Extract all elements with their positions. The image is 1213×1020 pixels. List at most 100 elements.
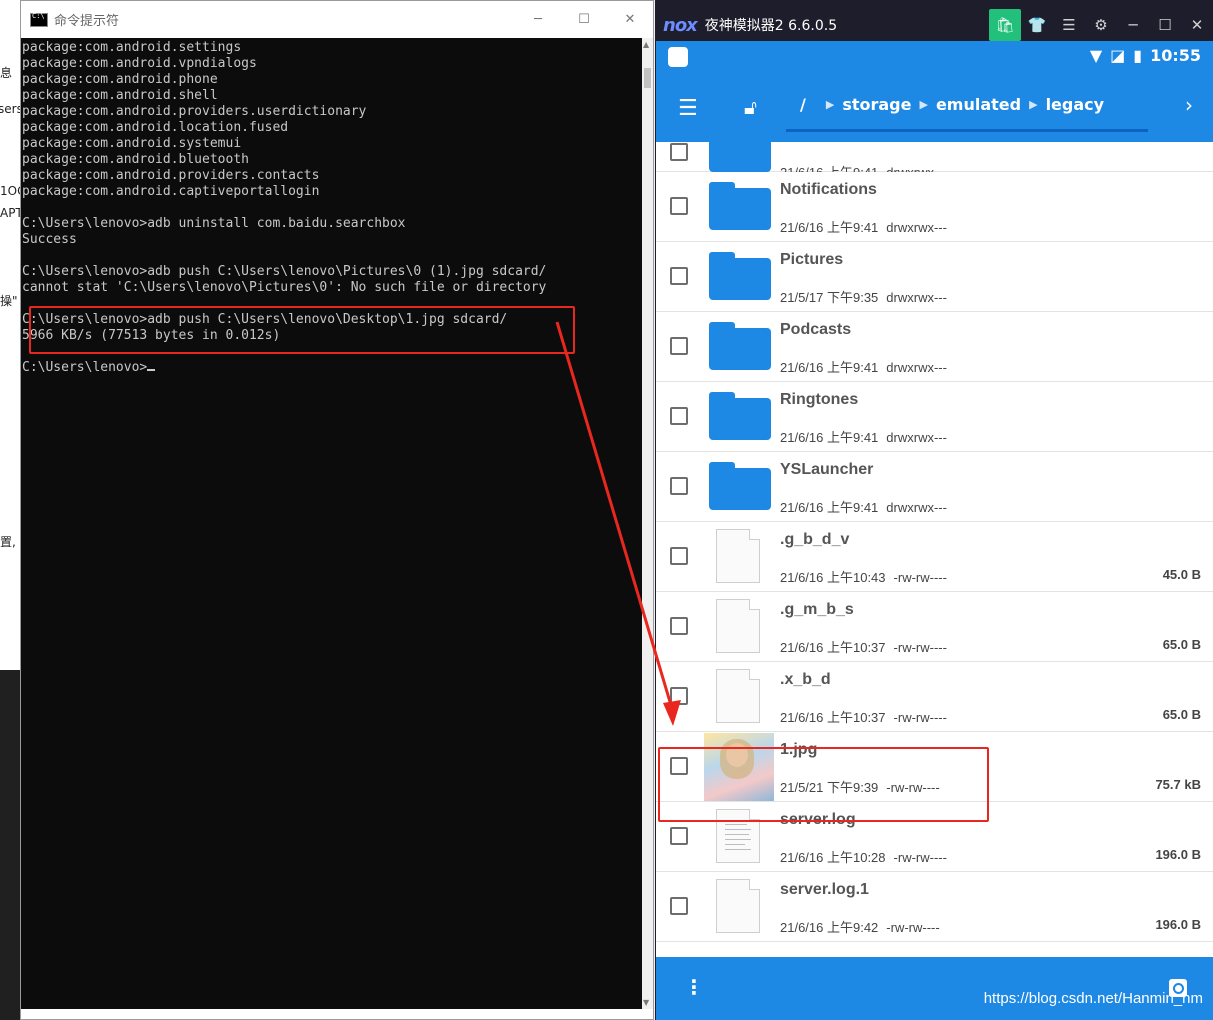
maximize-button[interactable]: ☐ [1149,9,1181,41]
file-permissions: -rw-rw---- [893,850,947,865]
cmd-title-bar[interactable]: 命令提示符 ─ ☐ ✕ [21,1,653,38]
folder-icon [709,182,771,230]
terminal-output[interactable]: package:com.android.settings package:com.… [21,38,643,1009]
file-meta: 21/6/16 上午10:28 -rw-rw---- [780,847,947,866]
scroll-thumb[interactable] [644,68,651,88]
close-button[interactable]: ✕ [1181,9,1213,41]
shirt-icon[interactable]: 👕 [1021,9,1053,41]
row-checkbox[interactable] [670,143,688,161]
file-permissions: -rw-rw---- [886,920,940,935]
file-date: 21/6/16 上午9:41 [780,220,879,235]
file-row[interactable]: Podcasts 21/6/16 上午9:41 drwxrwx--- [656,312,1213,382]
scroll-up-icon[interactable]: ▲ [643,40,649,49]
terminal-line: package:com.android.providers.contacts [22,168,320,183]
terminal-line: package:com.android.settings [22,40,242,55]
file-row[interactable]: server.log.1 21/6/16 上午9:42 -rw-rw---- 196.… [656,872,1213,942]
file-permissions: -rw-rw---- [893,710,947,725]
desktop-background [0,670,22,1020]
folder-icon [709,124,771,172]
file-row[interactable]: Ringtones 21/6/16 上午9:41 drwxrwx--- [656,382,1213,452]
row-checkbox[interactable] [670,617,688,635]
row-checkbox[interactable] [670,547,688,565]
file-date: 21/6/16 上午10:28 [780,850,886,865]
file-permissions: -rw-rw---- [893,640,947,655]
terminal-line: package:com.android.location.fused [22,120,289,135]
breadcrumb-root[interactable]: / [800,95,806,114]
folder-icon [709,322,771,370]
file-name: .x_b_d [780,671,831,688]
file-date: 21/6/16 上午10:37 [780,640,886,655]
scroll-down-icon[interactable]: ▼ [643,998,649,1007]
file-row[interactable]: YSLauncher 21/6/16 上午9:41 drwxrwx--- [656,452,1213,522]
nox-title: 夜神模拟器2 6.6.0.5 [704,18,838,34]
file-name: .g_b_d_v [780,531,850,548]
android-screen[interactable]: ▼ ◪ ▮ 10:55 ☰ 🔓︎ / ▶ storage ▶ emulated … [656,41,1213,1020]
bag-icon[interactable]: 🛍 [989,9,1021,41]
gear-icon[interactable]: ⚙ [1085,9,1117,41]
chevron-right-icon: ▶ [1029,98,1038,111]
nox-emulator-window[interactable]: nox 夜神模拟器2 6.6.0.5 🛍 👕 ☰ ⚙ ─ ☐ ✕ ▼ ◪ ▮ 1… [655,0,1213,1020]
file-row[interactable]: Notifications 21/6/16 上午9:41 drwxrwx--- [656,172,1213,242]
terminal-line: package:com.android.vpndialogs [22,56,257,71]
file-name: Podcasts [780,321,852,338]
breadcrumb-item[interactable]: storage [842,95,911,114]
terminal-line: package:com.android.providers.userdictio… [22,104,367,119]
chevron-right-icon[interactable]: › [1185,93,1193,117]
row-checkbox[interactable] [670,827,688,845]
watermark: https://blog.csdn.net/Hanmin_hm [983,990,1203,1007]
terminal-line: C:\Users\lenovo>adb push C:\Users\lenovo… [22,264,547,279]
maximize-button[interactable]: ☐ [561,1,607,38]
status-time: 10:55 [1150,46,1201,65]
row-checkbox[interactable] [670,197,688,215]
close-button[interactable]: ✕ [607,1,653,38]
file-list[interactable]: 21/6/16 上午9:41drwxrwx---Notifications21/… [656,124,1213,942]
file-meta: 21/6/16 上午9:42 -rw-rw---- [780,917,940,936]
row-checkbox[interactable] [670,337,688,355]
file-size: 196.0 B [1155,847,1201,862]
minimize-button[interactable]: ─ [1117,9,1149,41]
file-name: Pictures [780,251,844,268]
row-checkbox[interactable] [670,477,688,495]
file-date: 21/6/16 上午9:41 [780,500,879,515]
file-meta: 21/6/16 上午10:43 -rw-rw---- [780,567,947,586]
file-name: server.log.1 [780,881,869,898]
row-checkbox[interactable] [670,687,688,705]
folder-icon [709,462,771,510]
file-permissions: drwxrwx--- [886,360,947,375]
breadcrumb-item[interactable]: emulated [936,95,1021,114]
file-row[interactable]: .g_b_d_v 21/6/16 上午10:43 -rw-rw---- 45.0 B [656,522,1213,592]
terminal-line: package:com.android.bluetooth [22,152,249,167]
file-name: Ringtones [780,391,859,408]
minimize-button[interactable]: ─ [515,1,561,38]
row-checkbox[interactable] [670,407,688,425]
breadcrumb: / ▶ storage ▶ emulated ▶ legacy [800,95,1104,114]
cmd-scrollbar[interactable]: ▲ ▼ [642,38,653,1009]
no-sim-icon: ◪ [1110,46,1126,65]
file-icon [716,669,760,723]
more-options-icon[interactable]: ⋮ [684,975,704,999]
file-size: 65.0 B [1162,707,1201,722]
row-checkbox[interactable] [670,897,688,915]
terminal-line: package:com.android.systemui [22,136,242,151]
file-date: 21/5/17 下午9:35 [780,290,879,305]
row-checkbox[interactable] [670,267,688,285]
highlight-box-1jpg [658,747,989,822]
lock-icon[interactable]: 🔓︎ [744,95,757,119]
wifi-icon: ▼ [1089,46,1103,65]
file-row[interactable]: .x_b_d 21/6/16 上午10:37 -rw-rw---- 65.0 B [656,662,1213,732]
file-row[interactable]: 21/6/16 上午9:41drwxrwx--- [656,124,1213,180]
command-prompt-window[interactable]: 命令提示符 ─ ☐ ✕ package:com.android.settings… [20,0,654,1020]
menu-icon[interactable]: ☰ [1053,9,1085,41]
hamburger-menu-icon[interactable]: ☰ [678,96,698,121]
breadcrumb-item[interactable]: legacy [1046,95,1105,114]
file-row[interactable]: Pictures 21/5/17 下午9:35 drwxrwx--- [656,242,1213,312]
nox-logo: nox [663,14,698,36]
file-meta: 21/6/16 上午9:41 drwxrwx--- [780,497,947,516]
app-notification-icon [668,47,688,67]
status-bar: ▼ ◪ ▮ 10:55 [656,41,1213,73]
file-size: 45.0 B [1162,567,1201,582]
terminal-prompt[interactable]: C:\Users\lenovo> [22,360,643,376]
file-row[interactable]: .g_m_b_s 21/6/16 上午10:37 -rw-rw---- 65.0 B [656,592,1213,662]
